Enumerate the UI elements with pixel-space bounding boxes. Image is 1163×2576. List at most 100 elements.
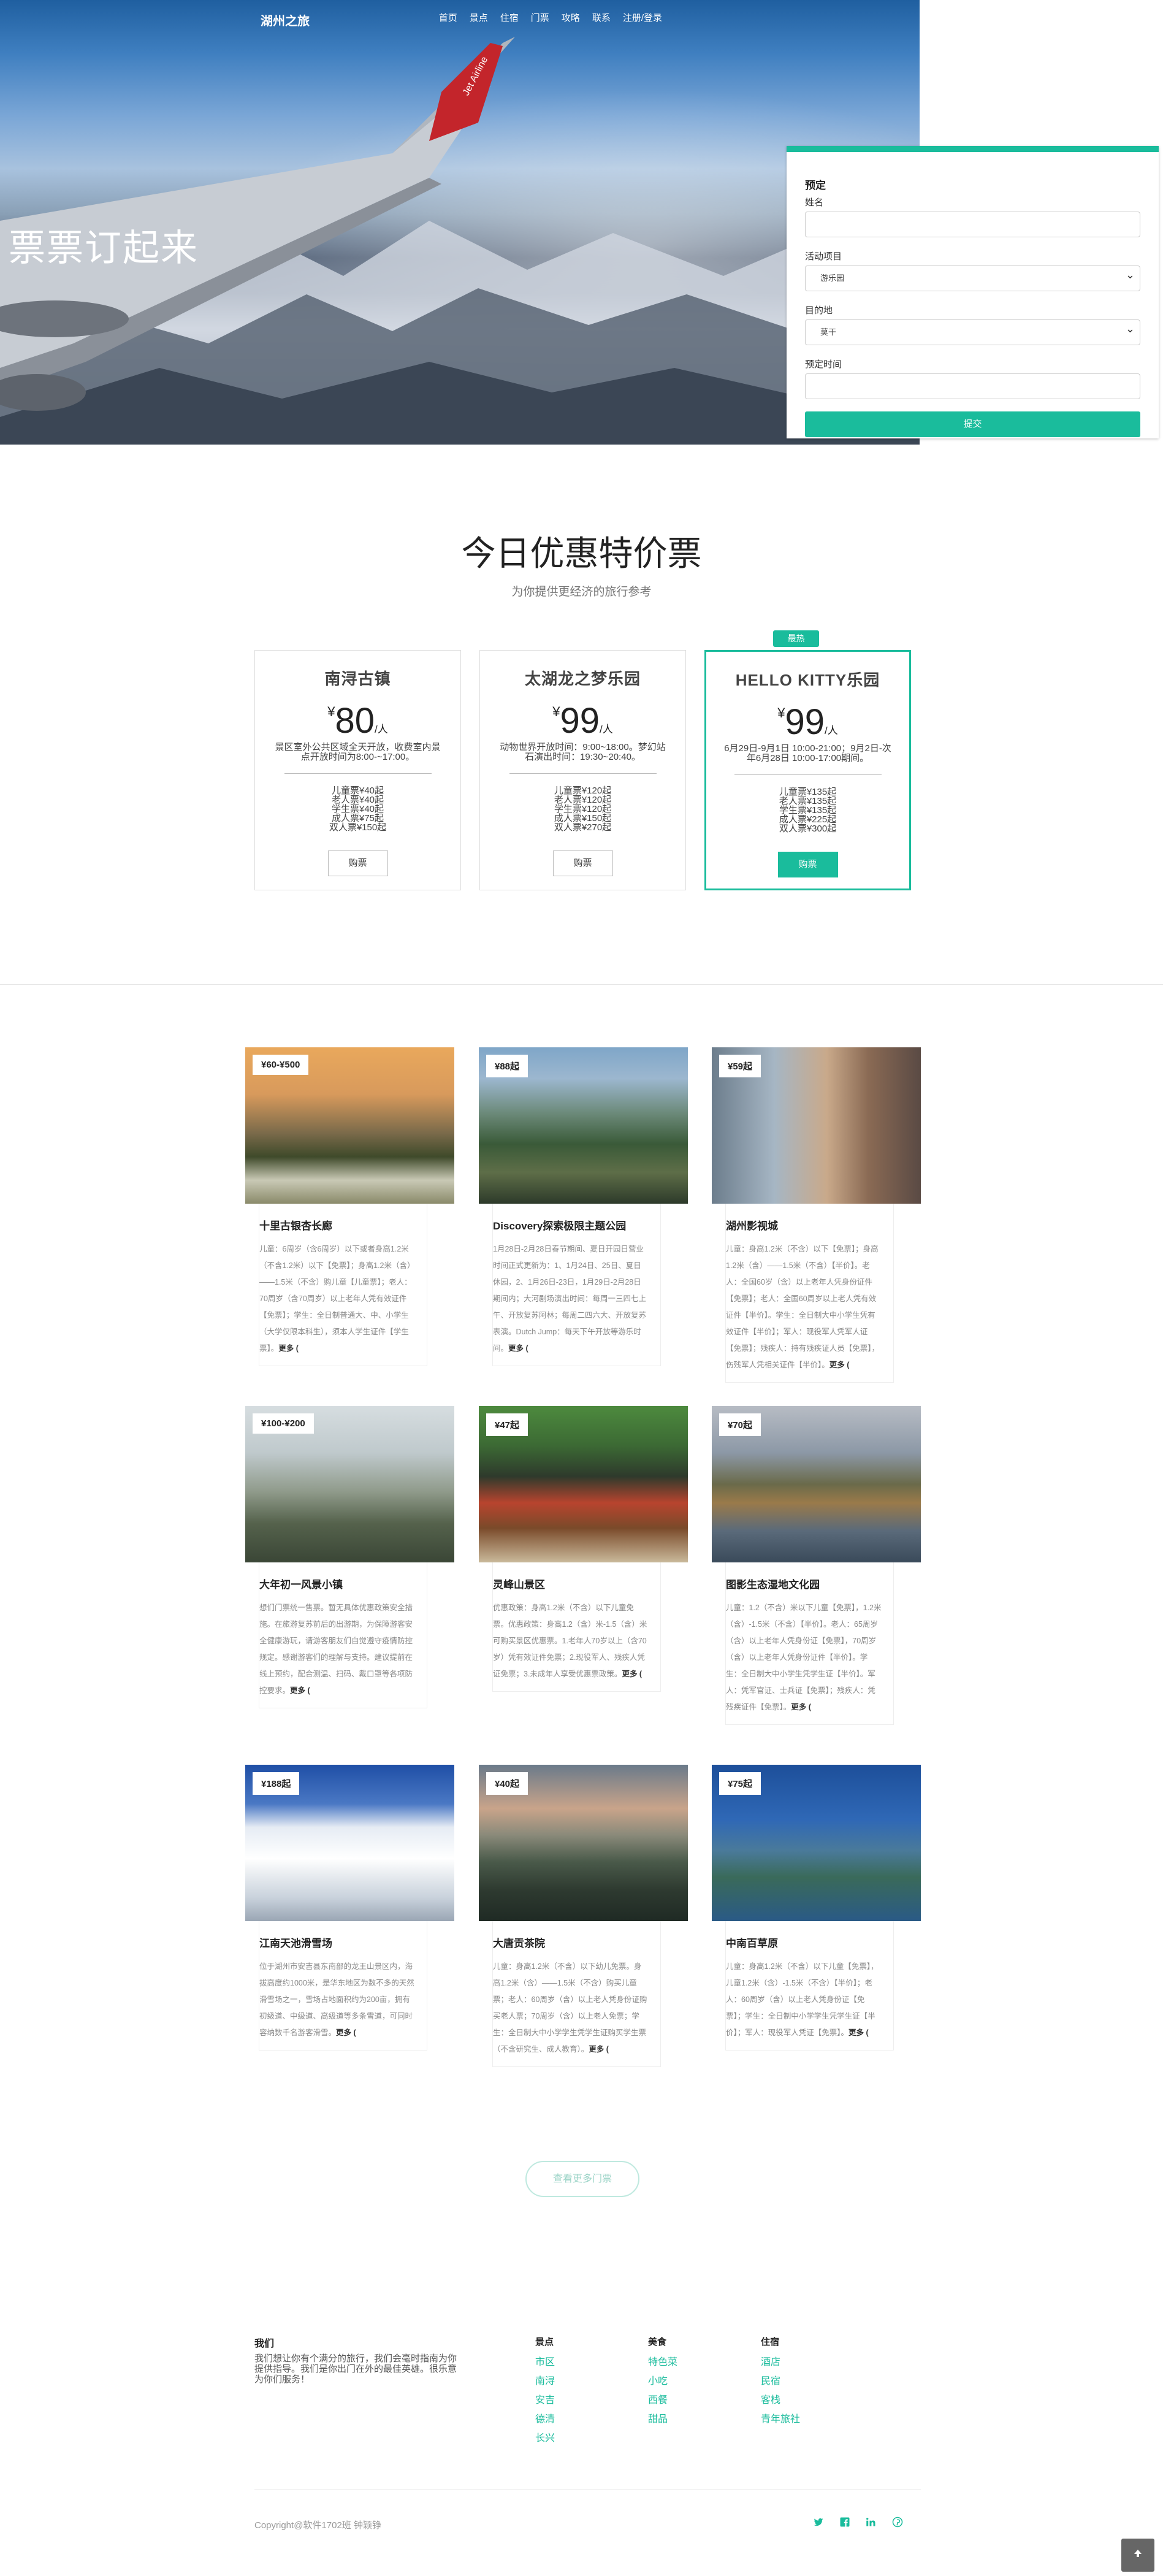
destination-desc: 想们门票统一售票。暂无具体优惠政策安全措施。在旅游复苏前后的出游期，为保障游客安…	[259, 1600, 415, 1699]
more-link[interactable]: 更多 (	[622, 1670, 642, 1678]
desc-text: 想们门票统一售票。暂无具体优惠政策安全措施。在旅游复苏前后的出游期，为保障游客安…	[259, 1603, 413, 1695]
list-item: 儿童票¥135起	[779, 787, 837, 797]
nav-lodging[interactable]: 住宿	[500, 11, 519, 24]
ticket-prices-list: 儿童票¥120起 老人票¥120起 学生票¥120起 成人票¥150起 双人票¥…	[480, 786, 685, 832]
list-item: 学生票¥40起	[331, 804, 384, 814]
footer-link[interactable]: 安吉	[535, 2391, 555, 2410]
destination-desc: 位于湖州市安吉县东南部的龙王山景区内，海拔高度约1000米，是华东地区为数不多的…	[259, 1959, 415, 2041]
footer-link[interactable]: 客栈	[761, 2391, 800, 2410]
ticket-card: 太湖龙之梦乐园 ¥99/人 动物世界开放时间：9:00~18:00。梦幻站石演出…	[479, 650, 686, 890]
brand-logo[interactable]: 湖州之旅	[261, 11, 310, 29]
ticket-name: HELLO KITTY乐园	[735, 671, 880, 689]
footer-link[interactable]: 德清	[535, 2410, 555, 2429]
price-tag: ¥75起	[719, 1772, 761, 1795]
top-nav: 首页 景点 住宿 门票 攻略 联系 注册/登录	[427, 11, 662, 24]
desc-text: 儿童：身高1.2米（不含）以下儿童【免票】，儿童1.2米（含）-1.5米（不含）…	[726, 1962, 879, 2037]
footer-link[interactable]: 小吃	[648, 2372, 677, 2391]
footer-link[interactable]: 甜品	[648, 2410, 677, 2429]
submit-button[interactable]: 提交	[805, 411, 1140, 437]
hot-badge: 最热	[773, 630, 819, 647]
buy-button[interactable]: 购票	[552, 850, 613, 876]
back-to-top-button[interactable]	[1121, 2539, 1154, 2572]
destination-name: 江南天池滑雪场	[259, 1938, 332, 1949]
footer-col-title: 景点	[535, 2337, 554, 2347]
footer-about-title: 我们	[254, 2339, 275, 2349]
buy-button[interactable]: 购票	[327, 850, 388, 876]
list-item: 成人票¥75起	[331, 813, 384, 824]
more-link[interactable]: 更多 (	[508, 1344, 528, 1353]
footer-col-lodging: 住宿 酒店 民宿 客栈 青年旅社	[761, 2335, 800, 2429]
price-tag: ¥40起	[486, 1772, 528, 1795]
name-input[interactable]	[805, 212, 1140, 237]
ticket-price: ¥99/人	[706, 701, 909, 743]
destination-desc: 儿童：身高1.2米（不含）以下儿童【免票】，儿童1.2米（含）-1.5米（不含）…	[726, 1959, 882, 2041]
list-item: 双人票¥300起	[779, 824, 837, 834]
price-unit: /人	[600, 724, 613, 735]
more-link[interactable]: 更多 (	[791, 1703, 811, 1711]
more-link[interactable]: 更多 (	[589, 2045, 609, 2054]
card-body: Discovery探索极限主题公园 1月28日-2月28日春节期间、夏日开园日营…	[492, 1204, 661, 1366]
facebook-icon[interactable]	[839, 2517, 851, 2529]
section-divider	[0, 984, 1163, 985]
footer-link[interactable]: 青年旅社	[761, 2410, 800, 2429]
footer-link[interactable]: 南浔	[535, 2372, 555, 2391]
more-link[interactable]: 更多 (	[336, 2028, 356, 2037]
ticket-card: 南浔古镇 ¥80/人 景区室外公共区域全天开放，收费室内景点开放时间为8:00-…	[254, 650, 461, 890]
card-body: 大年初一风景小镇 想们门票统一售票。暂无具体优惠政策安全措施。在旅游复苏前后的出…	[259, 1562, 427, 1708]
price-unit: /人	[825, 725, 838, 736]
divider	[284, 773, 432, 774]
more-link[interactable]: 更多 (	[848, 2028, 869, 2037]
footer-link[interactable]: 市区	[535, 2353, 555, 2372]
footer-link[interactable]: 西餐	[648, 2391, 677, 2410]
price-tag: ¥60-¥500	[253, 1055, 309, 1075]
nav-home[interactable]: 首页	[439, 11, 457, 24]
linkedin-icon[interactable]	[864, 2517, 877, 2529]
footer-col-title: 住宿	[761, 2337, 780, 2347]
card-body: 灵峰山景区 优惠政策：身高1.2米（不含）以下儿童免票。优惠政策：身高1.2（含…	[492, 1562, 661, 1692]
list-item: 老人票¥135起	[779, 796, 837, 806]
time-input[interactable]	[805, 373, 1140, 399]
ticket-price: ¥80/人	[255, 700, 460, 741]
footer-link[interactable]: 民宿	[761, 2372, 800, 2391]
more-tickets-button[interactable]: 查看更多门票	[525, 2161, 639, 2197]
nav-login[interactable]: 注册/登录	[623, 11, 662, 24]
hero-slogan: 票票订起来	[9, 227, 199, 269]
ticket-desc: 动物世界开放时间：9:00~18:00。梦幻站石演出时间：19:30~20:40…	[500, 742, 666, 762]
desc-text: 优惠政策：身高1.2米（不含）以下儿童免票。优惠政策：身高1.2（含）米-1.5…	[493, 1603, 647, 1678]
price-tag: ¥47起	[486, 1413, 528, 1436]
currency-symbol: ¥	[552, 704, 560, 719]
more-link[interactable]: 更多 (	[829, 1361, 850, 1369]
hero-banner: Jet Airline 湖州之旅 首页 景点 住宿 门票 攻略 联系 注册/登录…	[0, 0, 920, 445]
arrow-up-icon	[1134, 2550, 1142, 2557]
nav-attractions[interactable]: 景点	[470, 11, 488, 24]
more-link[interactable]: 更多 (	[290, 1686, 310, 1695]
footer-link[interactable]: 长兴	[535, 2429, 555, 2448]
card-body: 十里古银杏长廊 儿童：6周岁（含6周岁）以下或者身高1.2米（不含1.2米）以下…	[259, 1204, 427, 1366]
nav-contact[interactable]: 联系	[592, 11, 611, 24]
destination-desc: 优惠政策：身高1.2米（不含）以下儿童免票。优惠政策：身高1.2（含）米-1.5…	[493, 1600, 649, 1683]
price-value: 80	[335, 701, 375, 741]
price-tag: ¥100-¥200	[253, 1413, 314, 1434]
buy-button[interactable]: 购票	[777, 852, 838, 877]
footer-link[interactable]: 酒店	[761, 2353, 800, 2372]
footer-link[interactable]: 特色菜	[648, 2353, 677, 2372]
destination-label: 目的地	[805, 305, 833, 316]
desc-text: 儿童：身高1.2米（不含）以下幼儿免票。身高1.2米（含）——1.5米（不含）购…	[493, 1962, 647, 2054]
desc-text: 儿童：身高1.2米（不含）以下【免票】；身高1.2米（含）——1.5米（不含）【…	[726, 1245, 880, 1369]
ticket-card-featured: HELLO KITTY乐园 ¥99/人 6月29日-9月1日 10:00-21:…	[704, 650, 911, 890]
desc-text: 儿童：6周岁（含6周岁）以下或者身高1.2米（不含1.2米）以下【免票】；身高1…	[259, 1245, 415, 1353]
more-link[interactable]: 更多 (	[278, 1344, 299, 1353]
card-body: 图影生态湿地文化园 儿童：1.2（不含）米以下儿童【免票】，1.2米（含）-1.…	[725, 1562, 894, 1725]
price-value: 99	[560, 701, 600, 741]
ticket-desc: 景区室外公共区域全天开放，收费室内景点开放时间为8:00-~17:00。	[275, 742, 441, 762]
twitter-icon[interactable]	[812, 2517, 825, 2529]
activity-select[interactable]: 游乐园	[805, 262, 1140, 291]
pinterest-icon[interactable]	[891, 2517, 904, 2529]
nav-guides[interactable]: 攻略	[562, 11, 580, 24]
nav-tickets[interactable]: 门票	[531, 11, 549, 24]
desc-text: 儿童：1.2（不含）米以下儿童【免票】，1.2米（含）-1.5米（不含）【半价】…	[726, 1603, 882, 1711]
price-tag: ¥59起	[719, 1055, 761, 1077]
ticket-name: 南浔古镇	[324, 670, 391, 688]
destination-desc: 儿童：1.2（不含）米以下儿童【免票】，1.2米（含）-1.5米（不含）【半价】…	[726, 1600, 882, 1716]
destination-select[interactable]: 莫干	[805, 316, 1140, 345]
